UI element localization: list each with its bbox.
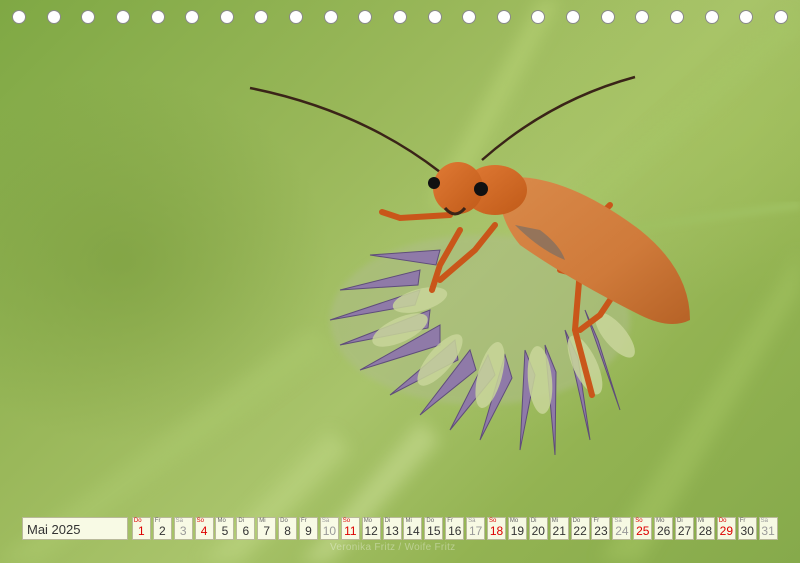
day-number: 4 [200, 524, 208, 538]
calendar-day: Sa 3 [173, 517, 193, 540]
calendar-day: So 18 [487, 517, 507, 540]
binding-hole [773, 10, 788, 24]
day-number: 19 [510, 524, 525, 538]
calendar-day: So 25 [633, 517, 653, 540]
binding-hole [392, 10, 407, 24]
calendar-day: Do 15 [424, 517, 444, 540]
binding-hole [254, 10, 269, 24]
calendar-day: So 4 [194, 517, 214, 540]
day-number: 15 [427, 524, 441, 538]
day-number: 13 [385, 524, 399, 538]
calendar-day: So 11 [340, 517, 360, 540]
day-number: 22 [573, 524, 587, 538]
binding-hole [566, 10, 580, 24]
day-number: 9 [305, 524, 312, 538]
binding-hole [185, 10, 200, 24]
day-number: 30 [740, 524, 754, 538]
binding-hole [462, 10, 477, 24]
calendar-day: Di 27 [675, 517, 695, 540]
calendar-day: Di 20 [528, 517, 548, 540]
calendar-day: Mi 21 [549, 517, 569, 540]
binding-hole [115, 10, 130, 24]
day-number: 1 [138, 524, 145, 538]
calendar-day: Do 8 [278, 517, 298, 540]
day-number: 3 [179, 524, 187, 538]
day-number: 2 [158, 524, 166, 538]
calendar-day: Do 22 [570, 517, 590, 540]
binding-hole [531, 10, 546, 24]
day-number: 8 [284, 524, 291, 538]
photo-illustration [0, 0, 800, 563]
binding-hole [427, 10, 442, 24]
binding-hole [739, 10, 754, 24]
calendar-day: Do 1 [131, 517, 151, 540]
day-number: 31 [761, 524, 775, 538]
day-number: 5 [221, 524, 229, 538]
day-number: 17 [468, 524, 483, 538]
calendar-day: Di 6 [236, 517, 256, 540]
calendar-day: Mi 14 [403, 517, 423, 540]
day-number: 23 [594, 524, 608, 538]
binding-hole [46, 10, 61, 24]
binding-hole [635, 10, 650, 24]
calendar-day: Fr 2 [152, 517, 172, 540]
day-number: 16 [448, 524, 462, 538]
binding-hole [358, 10, 373, 24]
copyright-text: Veronika Fritz / Woife Fritz [330, 542, 456, 553]
binding-hole [219, 10, 234, 24]
calendar-day: Mo 12 [361, 517, 381, 540]
day-number: 28 [698, 524, 713, 538]
calendar-strip: Mai 2025 Do 1 Fr 2 Sa 3 So 4 Mo 5 Di 6 Mi 7 Do 8 Fr 9 Sa 10… [22, 517, 778, 540]
day-number: 29 [719, 524, 733, 538]
day-number: 14 [406, 524, 420, 538]
calendar-day: Mo 19 [507, 517, 527, 540]
day-number: 10 [322, 524, 337, 538]
calendar-day: Fr 23 [591, 517, 611, 540]
day-number: 7 [263, 524, 271, 538]
binding-hole [704, 10, 719, 24]
binding-hole [81, 10, 96, 24]
binding-hole [12, 10, 26, 24]
day-number: 18 [489, 524, 504, 538]
calendar-day: Mi 7 [257, 517, 277, 540]
day-number: 24 [615, 524, 629, 538]
binding-hole [600, 10, 615, 24]
binding-hole [289, 10, 303, 24]
calendar-day: Sa 24 [612, 517, 632, 540]
calendar-day: Di 13 [382, 517, 402, 540]
binding-hole [669, 10, 684, 24]
calendar-day: Fr 9 [299, 517, 319, 540]
day-number: 6 [242, 524, 250, 538]
calendar-day: Do 29 [716, 517, 736, 540]
calendar-day: Fr 30 [737, 517, 757, 540]
day-number: 26 [656, 524, 671, 538]
calendar-day: Mi 28 [695, 517, 715, 540]
day-number: 25 [636, 524, 650, 538]
day-number: 27 [677, 524, 692, 538]
calendar-day: Sa 31 [758, 517, 778, 540]
day-number: 12 [364, 524, 378, 538]
binding-hole [150, 10, 165, 24]
calendar-day: Sa 17 [466, 517, 486, 540]
day-number: 11 [344, 524, 357, 538]
binding-hole [323, 10, 338, 24]
calendar-day: Mo 5 [215, 517, 235, 540]
binding-holes [12, 10, 788, 26]
day-number: 21 [552, 524, 566, 538]
calendar-day: Sa 10 [319, 517, 339, 540]
day-number: 20 [531, 524, 545, 538]
beetle-photo [0, 0, 800, 563]
calendar-days: Do 1 Fr 2 Sa 3 So 4 Mo 5 Di 6 Mi 7 Do 8 Fr 9 Sa 10 So 11 Mo 12 D… [130, 517, 778, 540]
binding-hole [496, 10, 511, 24]
calendar-day: Mo 26 [654, 517, 674, 540]
month-label: Mai 2025 [22, 517, 128, 540]
calendar-day: Fr 16 [445, 517, 465, 540]
